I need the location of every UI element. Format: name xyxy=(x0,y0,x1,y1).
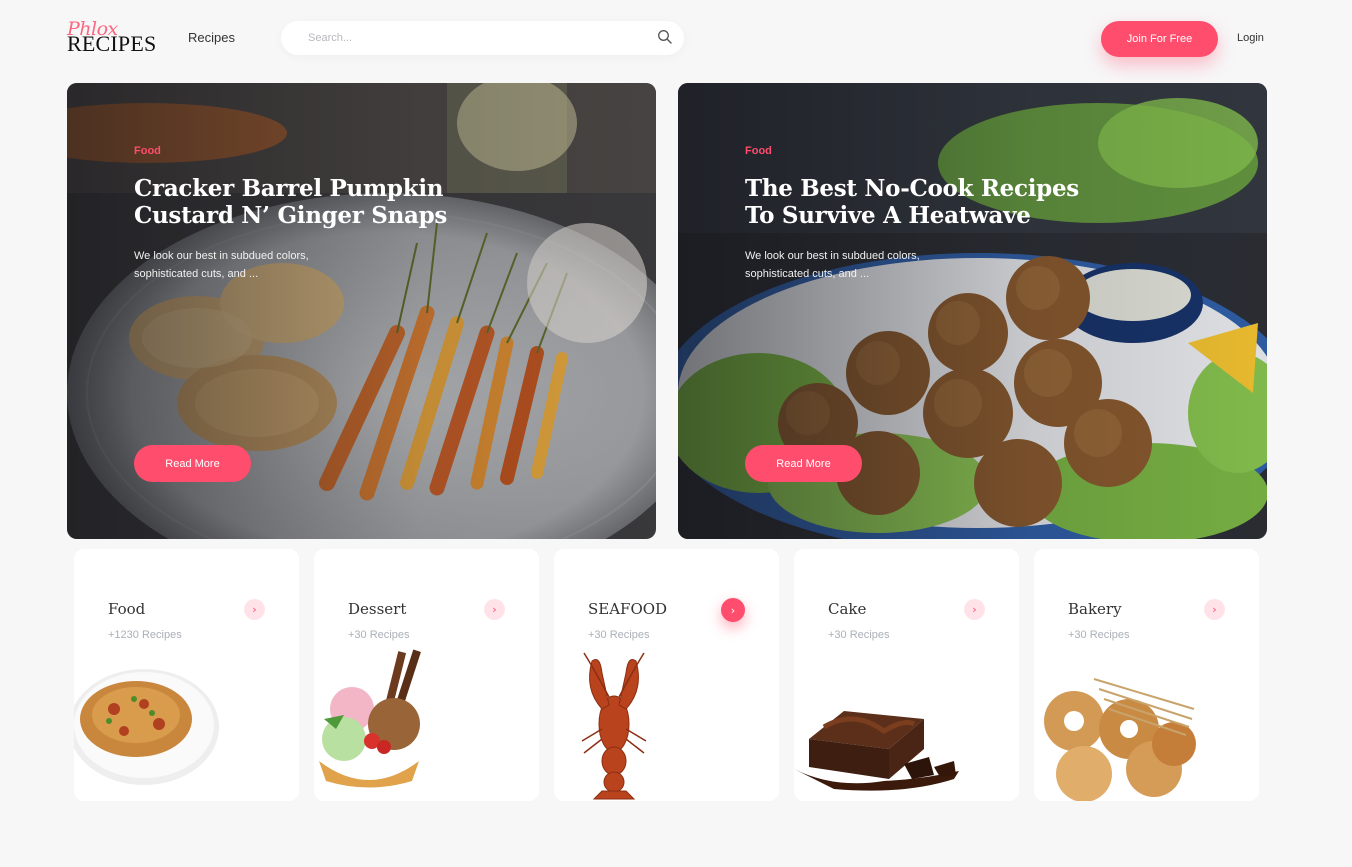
chevron-right-icon[interactable]: › xyxy=(1204,599,1225,620)
site-logo[interactable]: Phlox RECIPES xyxy=(67,18,162,58)
category-card-cake[interactable]: Cake +30 Recipes › xyxy=(794,549,1019,801)
category-count: +30 Recipes xyxy=(588,629,650,641)
ice-cream-image xyxy=(319,649,421,788)
hero-title[interactable]: The Best No-Cook Recipes To Survive A He… xyxy=(745,175,1105,229)
category-card-bakery[interactable]: Bakery +30 Recipes › xyxy=(1034,549,1259,801)
chevron-right-icon[interactable]: › xyxy=(964,599,985,620)
category-count: +30 Recipes xyxy=(828,629,890,641)
chevron-right-icon[interactable]: › xyxy=(721,598,745,622)
category-card-seafood[interactable]: SEAFOOD +30 Recipes › xyxy=(554,549,779,801)
search-input[interactable] xyxy=(308,30,638,46)
category-title: Food xyxy=(108,600,146,618)
hero-category-tag[interactable]: Food xyxy=(745,145,772,157)
brownie-image xyxy=(794,711,959,791)
category-title: SEAFOOD xyxy=(588,600,668,618)
category-card-dessert[interactable]: Dessert +30 Recipes › xyxy=(314,549,539,801)
chevron-right-icon[interactable]: › xyxy=(244,599,265,620)
nav-link-recipes[interactable]: Recipes xyxy=(188,30,235,45)
logo-main-text: RECIPES xyxy=(67,31,157,56)
hero-description: We look our best in subdued colors, soph… xyxy=(745,250,920,280)
category-count: +30 Recipes xyxy=(1068,629,1130,641)
category-card-food[interactable]: Food +1230 Recipes › xyxy=(74,549,299,801)
category-count: +30 Recipes xyxy=(348,629,410,641)
hero-card-no-cook-recipes[interactable]: Food The Best No-Cook Recipes To Survive… xyxy=(678,83,1267,539)
lobster-image xyxy=(581,652,647,800)
hero-category-tag[interactable]: Food xyxy=(134,145,161,157)
search-icon[interactable] xyxy=(657,29,673,45)
hero-description: We look our best in subdued colors, soph… xyxy=(134,250,309,280)
category-title: Cake xyxy=(828,600,867,618)
pasta-plate-image xyxy=(74,669,219,785)
join-for-free-button[interactable]: Join For Free xyxy=(1101,21,1218,57)
top-header: Phlox RECIPES Recipes Join For Free Logi… xyxy=(0,0,1352,75)
hero-card-pumpkin-custard[interactable]: Food Cracker Barrel Pumpkin Custard N’ G… xyxy=(67,83,656,539)
category-count: +1230 Recipes xyxy=(108,629,182,641)
bread-image xyxy=(1044,678,1196,801)
login-link[interactable]: Login xyxy=(1237,32,1264,44)
read-more-button[interactable]: Read More xyxy=(134,445,251,482)
category-title: Dessert xyxy=(348,600,407,618)
hero-title[interactable]: Cracker Barrel Pumpkin Custard N’ Ginger… xyxy=(134,175,494,229)
category-title: Bakery xyxy=(1068,600,1122,618)
read-more-button[interactable]: Read More xyxy=(745,445,862,482)
chevron-right-icon[interactable]: › xyxy=(484,599,505,620)
search-bar xyxy=(281,21,684,55)
